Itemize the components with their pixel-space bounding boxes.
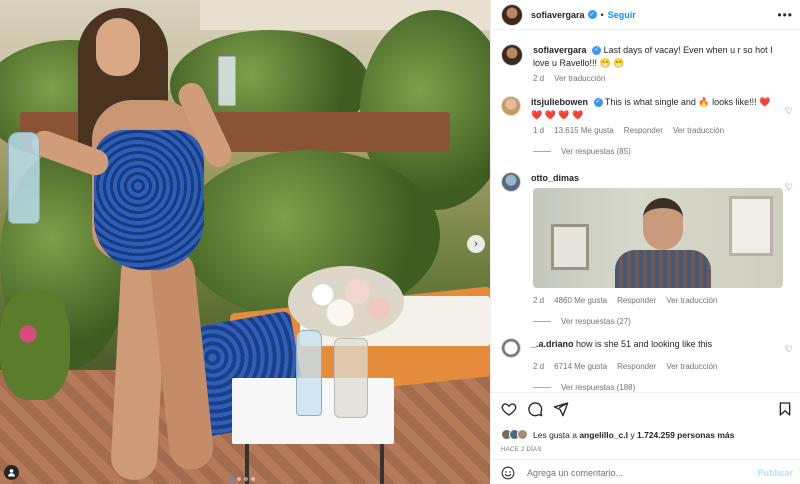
avatar[interactable] xyxy=(501,3,523,26)
comment-body: _.a.driano how is she 51 and looking lik… xyxy=(531,338,781,351)
chevron-right-icon[interactable]: › xyxy=(467,235,485,253)
gif-person-shirt xyxy=(615,250,711,288)
likes-joiner: y xyxy=(630,429,635,440)
follow-button[interactable]: Seguir xyxy=(608,10,636,20)
publish-button[interactable]: Publicar xyxy=(757,468,793,478)
caption-username[interactable]: sofiavergara xyxy=(533,45,587,55)
verified-badge-icon: ✓ xyxy=(592,46,602,56)
view-replies-button[interactable]: Ver respuestas (27) xyxy=(533,317,797,326)
comment-text: how is she 51 and looking like this xyxy=(576,339,713,349)
photo-bottle xyxy=(296,330,322,416)
caption-body: sofiavergara ✓ Last days of vacay! Even … xyxy=(533,44,783,70)
avatar[interactable] xyxy=(501,338,521,358)
likes-text: Les gusta a angelillo_c.l y 1.724.259 pe… xyxy=(533,430,734,440)
heart-icon[interactable]: ♡ xyxy=(785,182,793,193)
user-tag-icon[interactable] xyxy=(4,465,19,480)
comment-time[interactable]: 2 d xyxy=(533,362,544,371)
likes-user[interactable]: angelillo_c.l xyxy=(579,430,628,440)
comment-body: otto_dimas xyxy=(531,172,781,185)
heart-icon[interactable]: ♡ xyxy=(785,106,793,117)
caption-meta: 2 d Ver traducción xyxy=(533,74,797,83)
carousel-dot xyxy=(230,477,234,481)
likes-prefix: Les gusta a xyxy=(533,429,577,440)
likes-others[interactable]: 1.724.259 personas más xyxy=(637,430,734,440)
translate-button[interactable]: Ver traducción xyxy=(673,126,724,135)
view-replies-button[interactable]: Ver respuestas (188) xyxy=(533,383,797,392)
avatar xyxy=(517,429,528,440)
post-side-panel: sofiavergara ✓ • Seguir ••• sofiavergara… xyxy=(490,0,800,484)
translate-button[interactable]: Ver traducción xyxy=(666,362,717,371)
post-photo[interactable]: › xyxy=(0,0,490,484)
likes-summary[interactable]: Les gusta a angelillo_c.l y 1.724.259 pe… xyxy=(501,429,734,440)
gif-person-head xyxy=(643,198,683,250)
photo-swimsuit xyxy=(94,130,204,270)
comment-username[interactable]: otto_dimas xyxy=(531,173,579,183)
avatar[interactable] xyxy=(501,96,521,116)
bookmark-icon[interactable] xyxy=(777,401,793,417)
comment-input[interactable] xyxy=(527,467,747,478)
action-icons xyxy=(501,401,569,417)
reply-button[interactable]: Responder xyxy=(617,296,656,305)
add-comment-bar: Publicar xyxy=(491,459,800,484)
carousel-dot xyxy=(244,477,248,481)
comment-meta: 2 d 4860 Me gusta Responder Ver traducci… xyxy=(533,296,797,305)
photo-table-leg xyxy=(380,444,384,484)
reply-button[interactable]: Responder xyxy=(624,126,663,135)
carousel-dot xyxy=(251,477,255,481)
comment-time[interactable]: 1 d xyxy=(533,126,544,135)
comments-list[interactable]: sofiavergara ✓ Last days of vacay! Even … xyxy=(491,36,800,392)
post-actions: Les gusta a angelillo_c.l y 1.724.259 pe… xyxy=(491,392,800,484)
emoji-icon[interactable] xyxy=(501,466,515,480)
comment-meta: 1 d 13.615 Me gusta Responder Ver traduc… xyxy=(533,126,797,135)
comment-time[interactable]: 2 d xyxy=(533,296,544,305)
more-options-icon[interactable]: ••• xyxy=(777,8,793,22)
verified-badge-icon: ✓ xyxy=(587,10,597,19)
comment-username[interactable]: itsjuliebowen xyxy=(531,97,588,107)
heart-icon[interactable] xyxy=(501,401,517,417)
comment-meta: 2 d 6714 Me gusta Responder Ver traducci… xyxy=(533,362,797,371)
photo-person-face xyxy=(96,18,140,76)
comment-likes[interactable]: 4860 Me gusta xyxy=(554,296,607,305)
separator: • xyxy=(600,9,604,20)
photo-flowers xyxy=(288,266,404,338)
translate-button[interactable]: Ver traducción xyxy=(554,74,605,83)
comment-username[interactable]: _.a.driano xyxy=(531,339,574,349)
avatar[interactable] xyxy=(501,44,523,66)
translate-button[interactable]: Ver traducción xyxy=(666,296,717,305)
caption: sofiavergara ✓ Last days of vacay! Even … xyxy=(501,44,797,83)
reply-button[interactable]: Responder xyxy=(617,362,656,371)
gif-frame xyxy=(551,224,589,270)
caption-time[interactable]: 2 d xyxy=(533,74,544,83)
heart-icon[interactable]: ♡ xyxy=(785,344,793,355)
post-username[interactable]: sofiavergara xyxy=(531,10,585,20)
comment-footer: 2 d 4860 Me gusta Responder Ver traducci… xyxy=(501,292,797,326)
verified-badge-icon: ✓ xyxy=(593,98,603,108)
carousel-dot xyxy=(237,477,241,481)
list-item: _.a.driano how is she 51 and looking lik… xyxy=(501,338,797,392)
gif-frame xyxy=(729,196,773,256)
view-replies-button[interactable]: Ver respuestas (85) xyxy=(533,147,797,156)
comment-icon[interactable] xyxy=(527,401,543,417)
comment-text: This is what single and 🔥 looks like!!! xyxy=(604,97,757,107)
share-icon[interactable] xyxy=(553,401,569,417)
photo-glass xyxy=(218,56,236,106)
photo-pink-flowers xyxy=(0,290,70,400)
post-date[interactable]: HACE 2 DÍAS xyxy=(501,447,542,453)
avatar[interactable] xyxy=(501,172,521,192)
comment-likes[interactable]: 6714 Me gusta xyxy=(554,362,607,371)
post-header: sofiavergara ✓ • Seguir ••• xyxy=(491,0,800,30)
photo-vase xyxy=(334,338,368,418)
photo-water-bottle xyxy=(8,132,40,224)
carousel-dots xyxy=(230,477,255,481)
comment-gif[interactable] xyxy=(533,188,783,288)
comment-likes[interactable]: 13.615 Me gusta xyxy=(554,126,614,135)
list-item: itsjuliebowen ✓ This is what single and … xyxy=(501,96,797,156)
comment-body: itsjuliebowen ✓ This is what single and … xyxy=(531,96,781,122)
